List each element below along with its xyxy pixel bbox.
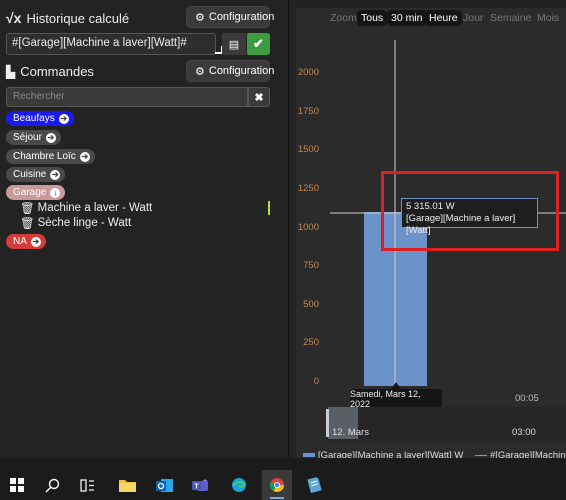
left-panel: √x Historique calculé ⚙ Configuration #[…: [0, 0, 289, 458]
list-icon: ▤: [228, 38, 240, 51]
arrow-down-icon: ↓: [50, 187, 61, 198]
gears-icon: ⚙: [195, 65, 205, 78]
highlight-box: [381, 171, 559, 251]
tag-na[interactable]: NA ➔: [6, 234, 46, 249]
x-tick-label: 00:05: [515, 393, 539, 404]
x-axis-tooltip: Samedi, Mars 12, 2022: [350, 389, 442, 409]
command-machine-a-laver[interactable]: 🗑 Machine a laver - Watt: [20, 201, 152, 215]
list-button[interactable]: ▤: [222, 33, 246, 55]
tag-sejour[interactable]: Séjour ➔: [6, 130, 61, 145]
x-axis-tooltip-pointer: [391, 382, 401, 389]
trash-icon[interactable]: 🗑: [20, 201, 35, 215]
zoom-month-button[interactable]: Mois: [537, 12, 559, 24]
search-input[interactable]: Rechercher: [6, 87, 248, 107]
formula-value: #[Garage][Machine a laver][Watt]#: [12, 37, 187, 49]
y-tick-label: 250: [303, 337, 319, 349]
notepad-icon[interactable]: [300, 470, 328, 500]
taskbar-gap: [0, 458, 566, 470]
y-tick-label: 1000: [297, 221, 319, 233]
y-tick-label: 500: [303, 298, 319, 310]
command-label: Machine a laver - Watt: [37, 202, 153, 214]
tag-label: Séjour: [13, 132, 42, 143]
teams-icon[interactable]: T: [187, 470, 215, 500]
search-icon[interactable]: [38, 470, 66, 500]
task-view-icon[interactable]: [73, 470, 101, 500]
navigator-tick-label: 03:00: [512, 427, 536, 438]
history-title: Historique calculé: [26, 10, 130, 26]
file-explorer-icon[interactable]: [113, 470, 141, 500]
zoom-week-button[interactable]: Semaine: [490, 12, 531, 24]
chrome-icon[interactable]: [263, 470, 291, 500]
y-tick-label: 1250: [297, 182, 319, 194]
y-tick-label: 2000: [297, 67, 319, 78]
clear-search-button[interactable]: ✖: [248, 87, 270, 107]
x-tooltip-label: Samedi, Mars 12, 2022: [350, 389, 421, 409]
outlook-icon[interactable]: [150, 470, 178, 500]
sqrt-icon: √x: [6, 10, 22, 26]
chrome-active-indicator: [270, 497, 284, 499]
validate-button[interactable]: ✔: [247, 33, 270, 55]
configuration-label: Configuration: [208, 65, 275, 77]
arrow-right-icon: ➔: [58, 113, 69, 124]
commands-configuration-button[interactable]: ⚙ Configuration: [186, 60, 274, 82]
zoom-day-button[interactable]: Jour: [463, 12, 483, 24]
tag-beaufays[interactable]: Beaufays ➔: [6, 111, 74, 126]
y-tick-label: 1750: [297, 105, 319, 117]
windows-start-icon[interactable]: [3, 470, 31, 500]
arrow-right-icon: ➔: [45, 132, 56, 143]
arrow-right-icon: ➔: [79, 151, 90, 162]
configuration-label: Configuration: [208, 11, 275, 23]
tag-garage[interactable]: Garage ↓: [6, 185, 66, 200]
legend-swatch-line: [475, 454, 487, 456]
zoom-hour-button[interactable]: Heure: [425, 10, 462, 26]
tag-label: Beaufays: [13, 113, 55, 124]
tag-label: Chambre Loïc: [13, 151, 76, 162]
navigator-handle[interactable]: [326, 409, 329, 437]
command-label: Sèche linge - Watt: [37, 217, 132, 229]
y-tick-label: 750: [303, 260, 319, 272]
commands-header: ▙ Commandes: [6, 64, 94, 79]
check-icon: ✔: [253, 36, 264, 51]
selection-marker: [268, 201, 270, 215]
bar-chart-icon: ▙: [6, 64, 16, 79]
tag-cuisine[interactable]: Cuisine ➔: [6, 167, 66, 182]
configuration-button[interactable]: ⚙ Configuration: [186, 6, 274, 28]
gears-icon: ⚙: [195, 11, 205, 24]
trash-icon[interactable]: 🗑: [20, 216, 35, 230]
tag-chambre-loic[interactable]: Chambre Loïc ➔: [6, 149, 95, 164]
svg-text:T: T: [194, 483, 199, 490]
command-seche-linge[interactable]: 🗑 Sèche linge - Watt: [20, 216, 131, 230]
history-header: √x Historique calculé: [6, 10, 129, 26]
tag-label: NA: [13, 236, 27, 247]
tag-label: Cuisine: [13, 169, 47, 180]
commands-title: Commandes: [20, 64, 94, 79]
zoom-label: Zoom: [330, 12, 357, 24]
legend-swatch-bar: [303, 453, 315, 458]
arrow-right-icon: ➔: [30, 236, 41, 247]
tag-label: Garage: [13, 187, 47, 198]
close-icon: ✖: [254, 91, 264, 104]
zoom-30min-button[interactable]: 30 min: [387, 10, 427, 26]
formula-field[interactable]: #[Garage][Machine a laver][Watt]#: [6, 33, 216, 55]
zoom-all-button[interactable]: Tous: [357, 10, 388, 26]
y-tick-label: 1500: [297, 144, 319, 156]
navigator-start-label: 12. Mars: [332, 427, 369, 438]
search-placeholder: Rechercher: [13, 91, 65, 102]
edge-icon[interactable]: [225, 470, 253, 500]
y-tick-label: 0: [313, 376, 319, 387]
navigator[interactable]: 12. Mars 03:00: [326, 407, 566, 441]
arrow-right-icon: ➔: [50, 169, 61, 180]
